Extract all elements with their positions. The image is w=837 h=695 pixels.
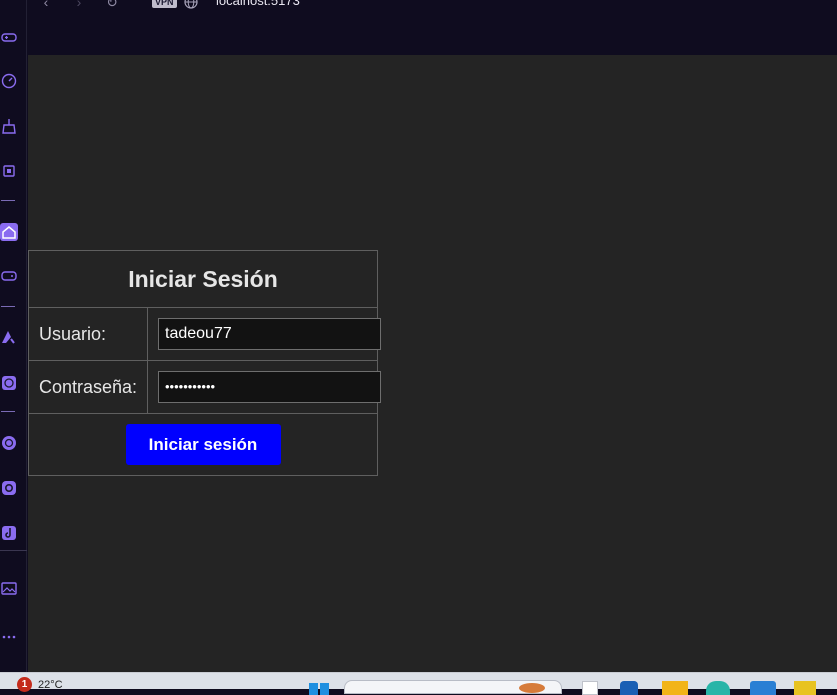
submit-cell: Iniciar sesión: [28, 413, 378, 476]
aria-icon[interactable]: [0, 328, 18, 346]
windows-start-icon[interactable]: [308, 681, 330, 695]
home-icon[interactable]: [0, 223, 18, 241]
pinned-app-icon[interactable]: [794, 681, 816, 695]
login-button[interactable]: Iniciar sesión: [125, 424, 281, 465]
gallery-icon[interactable]: [0, 579, 18, 597]
gamepad-icon[interactable]: [0, 28, 18, 46]
file-explorer-icon[interactable]: [662, 681, 688, 695]
reload-icon[interactable]: ↻: [103, 0, 121, 10]
tiktok-icon[interactable]: [0, 524, 18, 542]
username-label: Usuario:: [28, 307, 148, 361]
sidebar-separator: [1, 306, 15, 307]
sidebar-separator: [1, 411, 15, 412]
back-icon[interactable]: ‹: [37, 0, 55, 10]
weather-widget[interactable]: 22°C: [38, 679, 63, 691]
instagram-icon[interactable]: [0, 479, 18, 497]
search-highlight-icon: [519, 683, 545, 693]
more-icon[interactable]: [0, 628, 18, 646]
globe-icon: [184, 0, 198, 9]
password-field[interactable]: •••••••••••: [158, 371, 381, 403]
whatsapp-icon[interactable]: [0, 434, 18, 452]
username-cell: tadeou77: [147, 307, 381, 361]
sidebar-separator: [0, 550, 27, 551]
broom-icon[interactable]: [0, 117, 18, 135]
task-view-icon[interactable]: [582, 681, 598, 695]
browser-toolbar: ‹ › ↻ VPN localhost:5173: [27, 0, 837, 55]
chatgpt-icon[interactable]: [0, 374, 18, 392]
login-form: Iniciar Sesión Usuario: tadeou77 Contras…: [28, 250, 381, 476]
chip-icon[interactable]: [0, 162, 18, 180]
sidebar-separator: [1, 200, 15, 201]
app-icon[interactable]: [706, 681, 730, 695]
speedometer-icon[interactable]: [0, 72, 18, 90]
password-cell: •••••••••••: [147, 360, 381, 414]
edge-icon[interactable]: [620, 681, 638, 695]
browser-sidebar: [0, 0, 27, 672]
forward-icon[interactable]: ›: [70, 0, 88, 10]
password-label: Contraseña:: [28, 360, 148, 414]
notification-badge[interactable]: 1: [17, 677, 32, 692]
username-field[interactable]: tadeou77: [158, 318, 381, 350]
vpn-badge[interactable]: VPN: [152, 0, 177, 8]
controller-icon[interactable]: [0, 267, 18, 285]
address-bar[interactable]: localhost:5173: [216, 0, 300, 9]
login-title: Iniciar Sesión: [28, 250, 378, 308]
store-icon[interactable]: [750, 681, 776, 695]
taskbar: 1 22°C: [0, 672, 837, 695]
page-viewport: Iniciar Sesión Usuario: tadeou77 Contras…: [28, 55, 837, 672]
